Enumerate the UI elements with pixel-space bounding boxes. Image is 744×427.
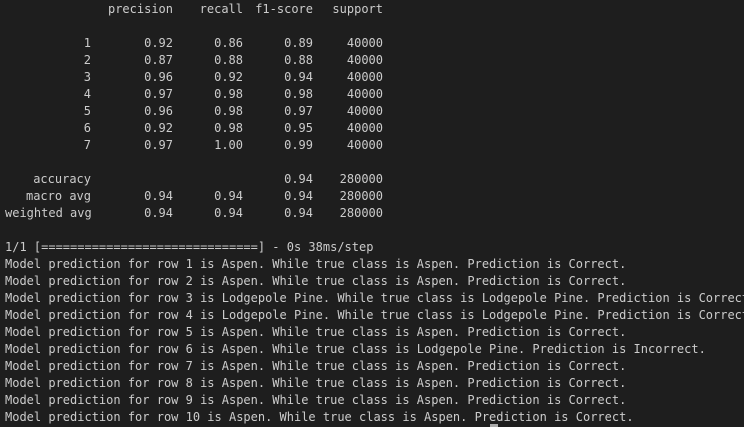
report-summary-row: macro avg 0.94 0.94 0.94 280000 [5,188,744,205]
report-cell: 0.87 [144,53,173,67]
report-cell: 0.97 [144,138,173,152]
report-cell: 40000 [346,36,383,50]
report-cell: 2 [83,53,91,67]
report-cell: 1.00 [214,138,243,152]
report-cell: 0.88 [284,53,313,67]
report-cell: 40000 [346,70,383,84]
report-cell: weighted avg [5,206,92,220]
terminal-output: precision recall f1-score support 1 0.92… [5,1,744,426]
report-cell: 0.96 [144,70,173,84]
report-cell: 0.94 [284,70,313,84]
report-cell: 280000 [339,189,383,203]
report-cell: 0.92 [144,121,173,135]
prediction-line: Model prediction for row 3 is Lodgepole … [5,291,744,305]
report-cell: 0.94 [214,189,243,203]
report-class-row: 4 0.97 0.98 0.98 40000 [5,86,744,103]
classification-report: precision recall f1-score support 1 0.92… [5,1,744,239]
report-class-row: 3 0.96 0.92 0.94 40000 [5,69,744,86]
prediction-log: Model prediction for row 1 is Aspen. Whi… [5,256,744,426]
report-cell: 6 [83,121,91,135]
report-cell: 0.96 [144,104,173,118]
report-cell: 0.94 [144,189,173,203]
report-cell: 0.97 [284,104,313,118]
report-cell: 0.94 [144,206,173,220]
report-cell: 0.94 [284,172,313,186]
report-cell: 0.98 [214,87,243,101]
report-cell: 0.94 [284,189,313,203]
report-cell: 0.86 [214,36,243,50]
progress-line: 1/1 [==============================] - 0… [5,240,374,254]
report-class-row: 5 0.96 0.98 0.97 40000 [5,103,744,120]
report-summary-row: weighted avg 0.94 0.94 0.94 280000 [5,205,744,222]
report-cell: 40000 [346,53,383,67]
report-cell: 7 [83,138,91,152]
report-summary-row: accuracy 0.94 280000 [5,171,744,188]
report-cell: 280000 [339,206,383,220]
report-cell: 40000 [346,121,383,135]
report-cell: 0.98 [284,87,313,101]
report-cell: 5 [83,104,91,118]
report-cell: 0.88 [214,53,243,67]
report-cell: 0.98 [214,104,243,118]
report-cell: 0.92 [144,36,173,50]
report-header-row: precision recall f1-score support [5,1,744,18]
prediction-line: Model prediction for row 8 is Aspen. Whi… [5,376,627,390]
report-cell: 40000 [346,104,383,118]
report-cell: 280000 [339,172,383,186]
prediction-line: Model prediction for row 2 is Aspen. Whi… [5,274,627,288]
report-header-cell: f1-score [255,2,313,16]
prediction-line: Model prediction for row 6 is Aspen. Whi… [5,342,706,356]
report-cell: 0.94 [214,206,243,220]
report-cell: 0.97 [144,87,173,101]
report-cell: 0.89 [284,36,313,50]
report-cell: 0.94 [284,206,313,220]
report-cell: 0.99 [284,138,313,152]
report-cell: 40000 [346,138,383,152]
prediction-line: Model prediction for row 4 is Lodgepole … [5,308,744,322]
prediction-line: Model prediction for row 9 is Aspen. Whi… [5,393,627,407]
prediction-line: Model prediction for row 10 is Aspen. Wh… [5,410,634,424]
report-cell: 0.92 [214,70,243,84]
report-class-row: 2 0.87 0.88 0.88 40000 [5,52,744,69]
report-cell: 40000 [346,87,383,101]
report-header-cell: recall [199,2,243,16]
report-class-row: 6 0.92 0.98 0.95 40000 [5,120,744,137]
report-cell: 1 [83,36,91,50]
report-header-cell: precision [107,2,173,16]
report-cell: 0.95 [284,121,313,135]
prediction-line: Model prediction for row 1 is Aspen. Whi… [5,257,627,271]
report-class-row: 7 0.97 1.00 0.99 40000 [5,137,744,154]
report-header-cell: support [332,2,383,16]
report-class-row: 1 0.92 0.86 0.89 40000 [5,35,744,52]
prediction-line: Model prediction for row 7 is Aspen. Whi… [5,359,627,373]
report-cell: accuracy [33,172,91,186]
report-cell: 4 [83,87,91,101]
prediction-line: Model prediction for row 5 is Aspen. Whi… [5,325,627,339]
report-cell: 0.98 [214,121,243,135]
report-cell: macro avg [25,189,91,203]
report-cell: 3 [83,70,91,84]
